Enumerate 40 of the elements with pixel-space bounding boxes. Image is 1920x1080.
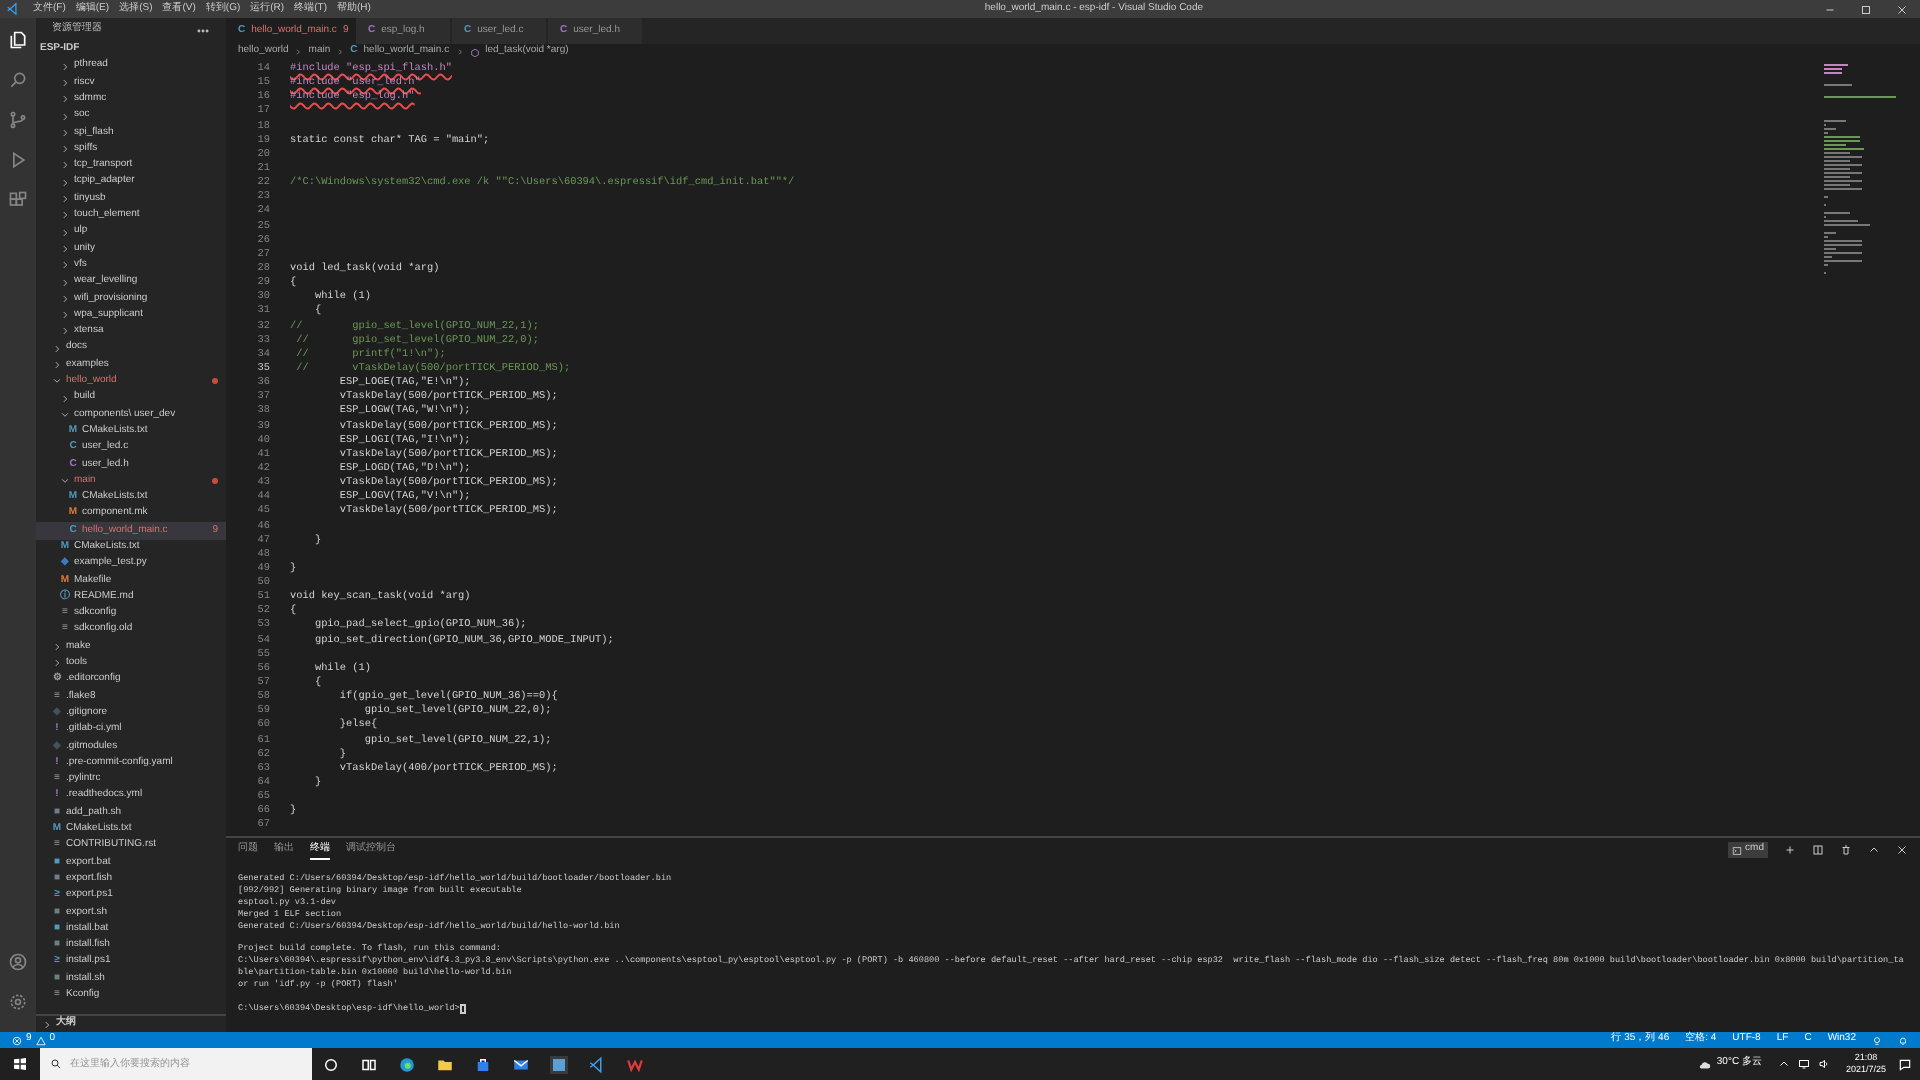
- bell-icon[interactable]: [1898, 1035, 1908, 1045]
- account-icon[interactable]: [8, 952, 28, 972]
- warning-icon: [35, 1035, 46, 1045]
- cursor: [459, 1004, 466, 1015]
- trash-icon[interactable]: [1840, 844, 1852, 856]
- error-icon: [12, 1035, 22, 1045]
- app-window-icon[interactable]: [550, 1055, 568, 1073]
- browser-icon[interactable]: [398, 1055, 416, 1073]
- search-icon[interactable]: [8, 70, 28, 90]
- add-icon[interactable]: [1784, 844, 1796, 856]
- notification-icon[interactable]: [1898, 1057, 1912, 1071]
- vscode-logo-icon: [6, 2, 20, 16]
- settings-icon[interactable]: [8, 992, 28, 1012]
- minimize-icon[interactable]: [1824, 3, 1836, 15]
- chevron-icon: [42, 1019, 52, 1029]
- store-icon[interactable]: [474, 1055, 492, 1073]
- task-view-icon[interactable]: [360, 1055, 378, 1073]
- network-icon[interactable]: [1797, 1058, 1810, 1070]
- folder-icon[interactable]: [436, 1055, 454, 1073]
- cortana-icon[interactable]: [322, 1055, 340, 1073]
- split-icon[interactable]: [1812, 844, 1824, 856]
- wps-icon[interactable]: [626, 1055, 644, 1073]
- extensions-icon[interactable]: [8, 190, 28, 210]
- function-icon: [469, 47, 480, 57]
- search-icon: [50, 1058, 62, 1070]
- feedback-icon[interactable]: [1872, 1035, 1882, 1045]
- mail-icon[interactable]: [512, 1055, 530, 1073]
- chevron-up-icon[interactable]: [1777, 1058, 1790, 1070]
- volume-icon[interactable]: [1817, 1058, 1830, 1070]
- files-icon[interactable]: [8, 30, 28, 50]
- chevron-up-icon[interactable]: [1868, 844, 1880, 856]
- cloud-icon: [1698, 1057, 1713, 1071]
- vscode-icon[interactable]: [588, 1055, 606, 1073]
- windows-start-icon[interactable]: [12, 1056, 28, 1072]
- terminal-icon: [1731, 845, 1742, 855]
- close-icon[interactable]: [1896, 3, 1908, 15]
- source-control-icon[interactable]: [8, 110, 28, 130]
- maximize-icon[interactable]: [1860, 3, 1872, 15]
- run-debug-icon[interactable]: [8, 150, 28, 170]
- close-icon[interactable]: [1896, 844, 1908, 856]
